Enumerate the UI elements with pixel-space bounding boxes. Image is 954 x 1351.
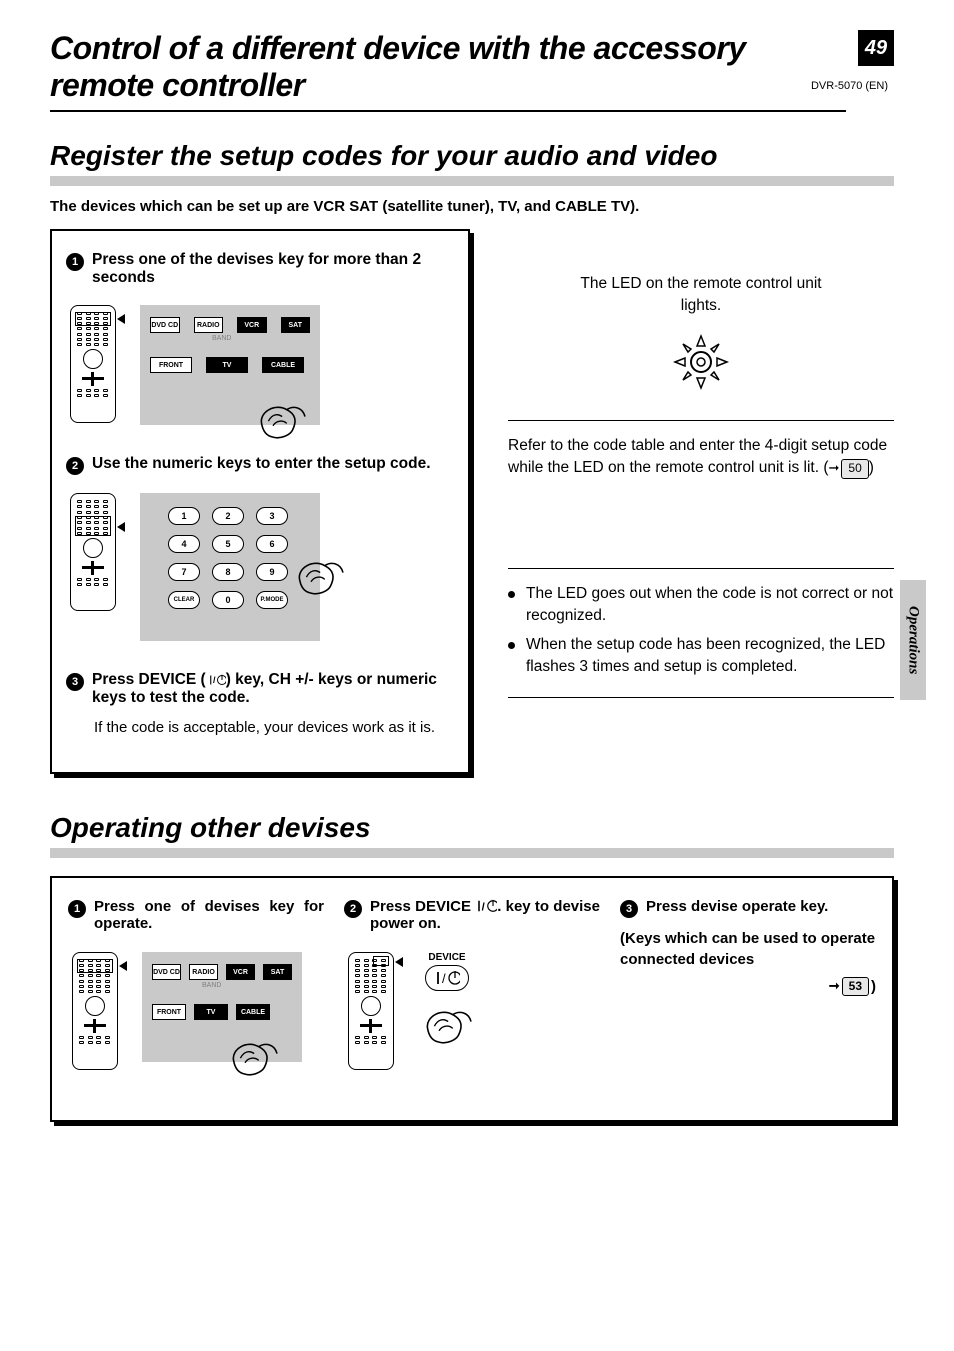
note-bullet: The LED goes out when the code is not co… xyxy=(508,583,894,628)
device-power-button: DEVICE / xyxy=(418,952,476,1054)
key-vcr[interactable]: VCR xyxy=(237,317,267,333)
numkey-1[interactable]: 1 xyxy=(168,507,200,525)
svg-text:/: / xyxy=(213,675,216,685)
key-cable[interactable]: CABLE xyxy=(262,357,304,373)
numkey-5[interactable]: 5 xyxy=(212,535,244,553)
op-step-3: 3 Press devise operate key. (Keys which … xyxy=(620,898,876,1070)
key-radio[interactable]: RADIO xyxy=(189,964,218,980)
keys-note: (Keys which can be used to operate conne… xyxy=(620,928,876,997)
step3-body: If the code is acceptable, your devices … xyxy=(94,717,454,738)
page-ref-50: ➞50 xyxy=(828,459,868,478)
numkey-6[interactable]: 6 xyxy=(256,535,288,553)
remote-diagram-icon xyxy=(70,305,116,423)
key-tv[interactable]: TV xyxy=(194,1004,228,1020)
divider xyxy=(508,420,894,421)
numkey-7[interactable]: 7 xyxy=(168,563,200,581)
step1-right-text: The LED on the remote control unit light… xyxy=(508,273,894,318)
remote-diagram-icon xyxy=(70,493,116,611)
key-vcr[interactable]: VCR xyxy=(226,964,255,980)
remote-diagram-icon xyxy=(348,952,394,1070)
numkey-4[interactable]: 4 xyxy=(168,535,200,553)
key-sat[interactable]: SAT xyxy=(281,317,311,333)
key-dvdcd[interactable]: DVD CD xyxy=(150,317,180,333)
keys-note-text: (Keys which can be used to operate conne… xyxy=(620,930,875,968)
hand-press-icon xyxy=(252,396,310,449)
section2-heading: Operating other devises xyxy=(50,812,894,858)
section1-right-column: The LED on the remote control unit light… xyxy=(508,229,894,774)
step-badge-3: 3 xyxy=(620,900,638,918)
key-radio[interactable]: RADIO xyxy=(194,317,224,333)
op-step3-title: Press devise operate key. xyxy=(646,898,876,918)
document-id: DVR-5070 (EN) xyxy=(811,80,888,92)
step-2: 2 Use the numeric keys to enter the setu… xyxy=(66,455,454,641)
numeric-keypad: 1 2 3 4 5 6 7 8 9 CLEAR 0 P.MODE xyxy=(140,493,320,641)
operating-box: 1 Press one of devises key for operate. … xyxy=(50,876,894,1122)
step-badge-2: 2 xyxy=(66,457,84,475)
step-badge-1: 1 xyxy=(68,900,86,918)
step2-right-text: Refer to the code table and enter the 4-… xyxy=(508,435,894,480)
numkey-8[interactable]: 8 xyxy=(212,563,244,581)
step3-title: Press DEVICE (/) key, CH +/- keys or num… xyxy=(92,671,454,707)
numkey-0[interactable]: 0 xyxy=(212,591,244,609)
hand-press-icon xyxy=(418,1001,476,1054)
svg-text:/: / xyxy=(482,901,486,913)
key-tv[interactable]: TV xyxy=(206,357,248,373)
step2-title: Use the numeric keys to enter the setup … xyxy=(92,455,454,475)
steps-box: 1 Press one of the devises key for more … xyxy=(50,229,470,774)
step-3: 3 Press DEVICE (/) key, CH +/- keys or n… xyxy=(66,671,454,738)
page-number-tab: 49 xyxy=(858,30,894,66)
band-label: BAND xyxy=(202,982,221,989)
power-icon: / xyxy=(206,674,226,686)
page-ref-box: 50 xyxy=(841,459,868,478)
power-icon: / xyxy=(434,970,460,986)
op-step2-title: Press DEVICE /. key to devise power on. xyxy=(370,898,600,932)
op-step-2: 2 Press DEVICE /. key to devise power on… xyxy=(344,898,600,1070)
page-ref-box: 53 xyxy=(842,977,869,996)
divider xyxy=(508,568,894,569)
page-ref-53: ➞53 xyxy=(829,976,869,997)
step-badge-2: 2 xyxy=(344,900,362,918)
page-number: 49 xyxy=(865,37,887,60)
keys-note-close: ) xyxy=(871,976,876,997)
device-button[interactable]: / xyxy=(425,965,469,991)
numkey-3[interactable]: 3 xyxy=(256,507,288,525)
device-keys-pad: DVD CD RADIO VCR SAT BAND FRONT TV CABLE xyxy=(142,952,302,1062)
section1-intro: The devices which can be set up are VCR … xyxy=(50,198,894,215)
svg-text:/: / xyxy=(442,971,446,986)
step-badge-3: 3 xyxy=(66,673,84,691)
device-keys-pad: DVD CD RADIO VCR SAT BAND FRONT TV CABLE xyxy=(140,305,320,425)
hand-press-icon xyxy=(224,1033,282,1086)
step1-title: Press one of the devises key for more th… xyxy=(92,251,454,287)
remote-diagram-icon xyxy=(72,952,118,1070)
led-light-icon xyxy=(508,332,894,392)
key-cable[interactable]: CABLE xyxy=(236,1004,270,1020)
key-dvdcd[interactable]: DVD CD xyxy=(152,964,181,980)
numkey-clear[interactable]: CLEAR xyxy=(168,591,200,609)
step-1: 1 Press one of the devises key for more … xyxy=(66,251,454,425)
step-badge-1: 1 xyxy=(66,253,84,271)
key-front[interactable]: FRONT xyxy=(150,357,192,373)
power-icon: / xyxy=(475,899,497,913)
numkey-2[interactable]: 2 xyxy=(212,507,244,525)
numkey-pmode[interactable]: P.MODE xyxy=(256,591,288,609)
divider xyxy=(508,697,894,698)
step2-right-text-b: ) xyxy=(869,459,874,476)
note-bullet: When the setup code has been recognized,… xyxy=(508,634,894,679)
key-sat[interactable]: SAT xyxy=(263,964,292,980)
hand-press-icon xyxy=(290,552,348,605)
section1-heading: Register the setup codes for your audio … xyxy=(50,140,894,186)
device-label: DEVICE xyxy=(428,952,465,963)
numkey-9[interactable]: 9 xyxy=(256,563,288,581)
op-step2-title-a: Press DEVICE xyxy=(370,898,475,915)
key-front[interactable]: FRONT xyxy=(152,1004,186,1020)
op-step1-title: Press one of devises key for operate. xyxy=(94,898,324,932)
notes-list: The LED goes out when the code is not co… xyxy=(508,583,894,679)
page-title: Control of a different device with the a… xyxy=(50,30,846,112)
band-label: BAND xyxy=(212,335,231,342)
side-tab-label: Operations xyxy=(905,606,922,674)
op-step-1: 1 Press one of devises key for operate. … xyxy=(68,898,324,1070)
side-tab-operations: Operations xyxy=(900,580,926,700)
